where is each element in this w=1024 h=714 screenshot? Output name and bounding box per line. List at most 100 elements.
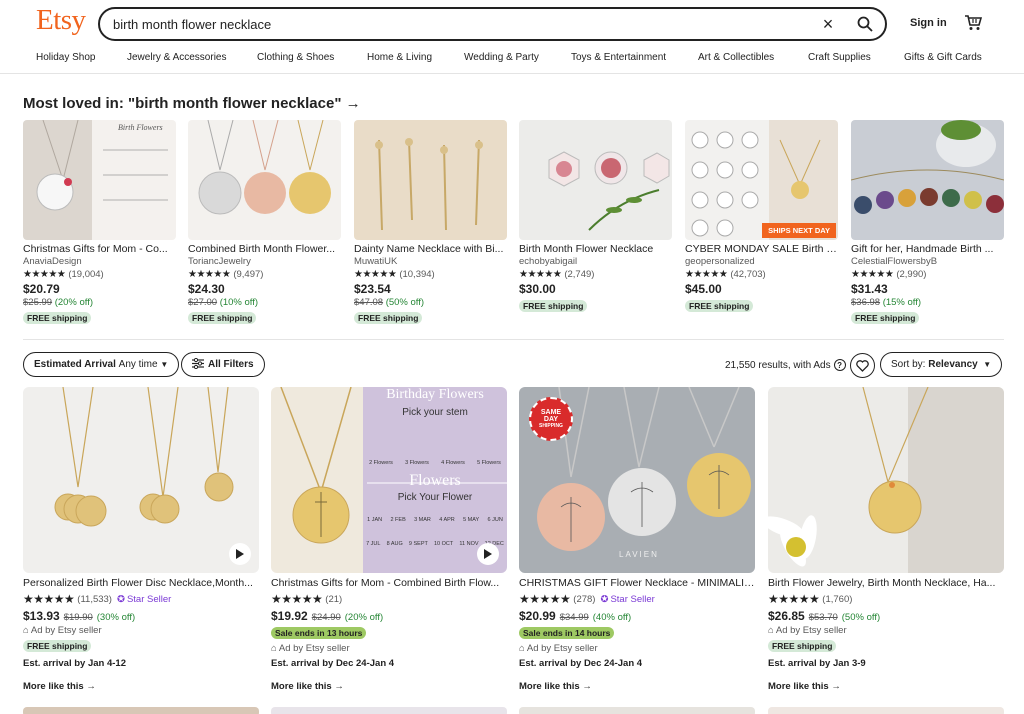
- heart-icon[interactable]: [850, 353, 875, 378]
- category-gifts[interactable]: Gifts & Gift Cards: [904, 52, 982, 73]
- play-icon[interactable]: [229, 543, 251, 565]
- search-bar[interactable]: birth month flower necklace ×: [98, 7, 887, 41]
- shop-name: MuwatiUK: [354, 256, 398, 267]
- product-image[interactable]: [851, 120, 1004, 240]
- star-icon: ★★★★★: [851, 269, 894, 280]
- original-price: $25.99 (20% off): [23, 297, 94, 308]
- etsy-logo[interactable]: Etsy: [36, 4, 86, 37]
- next-row-image[interactable]: [519, 707, 755, 714]
- ad-label: ⌂ Ad by Etsy seller: [271, 643, 350, 654]
- star-icon: ★★★★★: [685, 269, 728, 280]
- product-title[interactable]: CYBER MONDAY SALE Birth Fl...: [685, 243, 838, 255]
- cart-icon[interactable]: [964, 14, 983, 36]
- loved-card[interactable]: Birth Month Flower Necklace echobyabigai…: [519, 120, 672, 314]
- product-image[interactable]: [23, 387, 259, 573]
- category-toys[interactable]: Toys & Entertainment: [571, 52, 698, 73]
- star-seller-badge: ✪ Star Seller: [116, 593, 172, 605]
- product-image[interactable]: [354, 120, 507, 240]
- price: $30.00: [519, 282, 556, 296]
- most-loved-heading[interactable]: Most loved in: "birth month flower neckl…: [23, 95, 361, 112]
- product-title[interactable]: Christmas Gifts for Mom - Combined Birth…: [271, 577, 507, 589]
- product-title[interactable]: Personalized Birth Flower Disc Necklace,…: [23, 577, 259, 589]
- loved-card[interactable]: Combined Birth Month Flower... ToriancJe…: [188, 120, 341, 326]
- star-seller-badge: ✪ Star Seller: [600, 593, 655, 605]
- category-jewelry[interactable]: Jewelry & Accessories: [127, 52, 257, 73]
- more-like-this-link[interactable]: More like this →: [23, 681, 259, 692]
- rating: ★★★★★ (2,749): [519, 269, 595, 280]
- star-seller-icon: ✪: [600, 593, 609, 605]
- original-price: $27.00 (10% off): [188, 297, 259, 308]
- price: $45.00: [685, 282, 722, 296]
- product-image[interactable]: LAVIEN SAME DAY SHIPPING: [519, 387, 755, 573]
- result-card[interactable]: Birth Flower Jewelry, Birth Month Neckla…: [768, 387, 1004, 692]
- product-image[interactable]: [519, 120, 672, 240]
- shop-name: CelestialFlowersbyB: [851, 256, 938, 267]
- result-card[interactable]: Personalized Birth Flower Disc Necklace,…: [23, 387, 259, 692]
- chevron-down-icon: ▼: [160, 360, 169, 369]
- sort-dropdown[interactable]: Sort by: Relevancy ▼: [880, 352, 1003, 377]
- category-holiday-shop[interactable]: Holiday Shop: [36, 52, 127, 73]
- help-icon[interactable]: ?: [833, 359, 846, 371]
- estimated-arrival-filter[interactable]: Estimated Arrival Any time ▼: [23, 352, 180, 377]
- category-craft[interactable]: Craft Supplies: [808, 52, 904, 73]
- same-day-shipping-badge: SAME DAY SHIPPING: [529, 397, 573, 441]
- more-like-this-link[interactable]: More like this →: [519, 681, 755, 692]
- product-title[interactable]: Christmas Gifts for Mom - Co...: [23, 243, 176, 255]
- next-row-image[interactable]: [23, 707, 259, 714]
- next-row-image[interactable]: [271, 707, 507, 714]
- loved-card[interactable]: SHIPS NEXT DAY CYBER MONDAY SALE Birth F…: [685, 120, 838, 314]
- loved-card[interactable]: Dainty Name Necklace with Bi... MuwatiUK…: [354, 120, 507, 326]
- product-image[interactable]: [188, 120, 341, 240]
- all-filters-button[interactable]: All Filters: [181, 352, 265, 377]
- free-shipping-badge: FREE shipping: [685, 300, 754, 312]
- sign-in-link[interactable]: Sign in: [910, 17, 947, 29]
- loved-card[interactable]: Birth Flowers Christmas Gifts for Mom - …: [23, 120, 176, 326]
- category-art[interactable]: Art & Collectibles: [698, 52, 808, 73]
- product-image[interactable]: SHIPS NEXT DAY: [685, 120, 838, 240]
- product-title[interactable]: Birth Month Flower Necklace: [519, 243, 672, 255]
- product-title[interactable]: Combined Birth Month Flower...: [188, 243, 341, 255]
- category-home-living[interactable]: Home & Living: [367, 52, 464, 73]
- price: $20.79: [23, 282, 60, 296]
- star-icon: ★★★★★: [519, 269, 562, 280]
- category-clothing[interactable]: Clothing & Shoes: [257, 52, 367, 73]
- arrival-estimate: Est. arrival by Jan 3-9: [768, 658, 866, 669]
- more-like-this-link[interactable]: More like this →: [768, 681, 1004, 692]
- star-icon: ★★★★★: [188, 269, 231, 280]
- arrow-right-icon: →: [582, 681, 592, 692]
- ad-label: ⌂ Ad by Etsy seller: [768, 625, 847, 636]
- more-like-this-link[interactable]: More like this →: [271, 681, 507, 692]
- free-shipping-badge: FREE shipping: [519, 300, 588, 312]
- clear-icon[interactable]: ×: [811, 14, 845, 35]
- play-icon[interactable]: [477, 543, 499, 565]
- product-image[interactable]: Birth Flowers: [23, 120, 176, 240]
- star-icon: ★★★★★: [271, 592, 323, 606]
- product-title[interactable]: CHRISTMAS GIFT Flower Necklace - MINIMAL…: [519, 577, 755, 589]
- price: $24.30: [188, 282, 225, 296]
- free-shipping-badge: FREE shipping: [23, 312, 92, 324]
- free-shipping-badge: FREE shipping: [851, 312, 920, 324]
- price: $20.99 $34.99 (40% off): [519, 609, 632, 623]
- category-wedding[interactable]: Wedding & Party: [464, 52, 571, 73]
- lock-icon: ⌂: [768, 625, 774, 636]
- ad-label: ⌂ Ad by Etsy seller: [519, 643, 598, 654]
- rating: ★★★★★ (21): [271, 592, 343, 606]
- next-row-image[interactable]: [768, 707, 1004, 714]
- product-title[interactable]: Dainty Name Necklace with Bi...: [354, 243, 507, 255]
- svg-text:Birth Flowers: Birth Flowers: [118, 123, 163, 132]
- star-icon: ★★★★★: [23, 592, 75, 606]
- sale-ends-badge: Sale ends in 13 hours: [271, 627, 367, 639]
- product-image[interactable]: [768, 387, 1004, 573]
- result-card[interactable]: LAVIEN SAME DAY SHIPPING CHRISTMAS GIFT Fl…: [519, 387, 755, 692]
- arrival-estimate: Est. arrival by Dec 24-Jan 4: [271, 658, 395, 669]
- search-icon[interactable]: [845, 16, 885, 32]
- product-image[interactable]: Birthday Flowers Pick your stem 2 Flower…: [271, 387, 507, 573]
- product-title[interactable]: Birth Flower Jewelry, Birth Month Neckla…: [768, 577, 1004, 589]
- product-title[interactable]: Gift for her, Handmade Birth ...: [851, 243, 1004, 255]
- loved-card[interactable]: Gift for her, Handmade Birth ... Celesti…: [851, 120, 1004, 326]
- result-card[interactable]: Birthday Flowers Pick your stem 2 Flower…: [271, 387, 507, 692]
- sale-ends-badge: Sale ends in 14 hours: [519, 627, 615, 639]
- search-input[interactable]: birth month flower necklace: [113, 17, 811, 32]
- free-shipping-badge: FREE shipping: [188, 312, 257, 324]
- image-overlay-text: Birthday Flowers Pick your stem 2 Flower…: [366, 387, 504, 547]
